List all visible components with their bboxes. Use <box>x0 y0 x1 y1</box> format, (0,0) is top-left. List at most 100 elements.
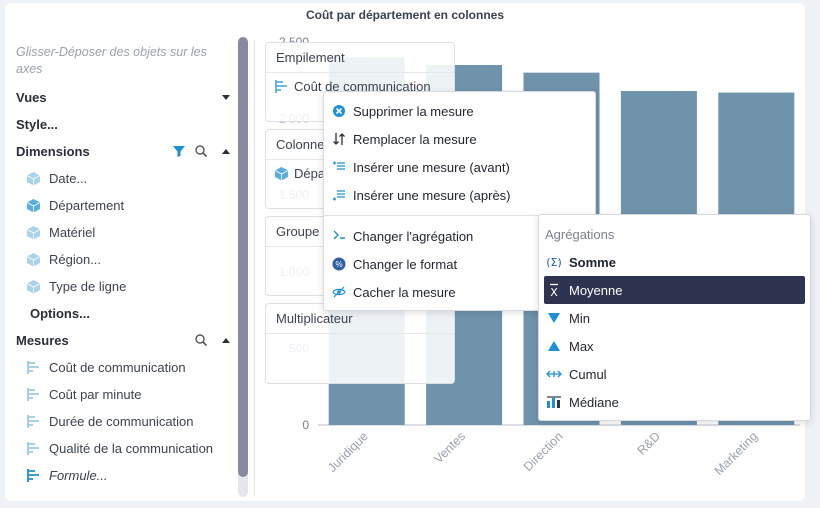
measure-item[interactable]: Coût par minute <box>26 384 234 404</box>
style-label: Style... <box>16 116 58 132</box>
measure-icon <box>27 441 39 455</box>
insert-before-icon <box>333 161 345 170</box>
aggregation-mediane[interactable]: Médiane <box>544 388 805 416</box>
drag-hint: Glisser-Déposer des objets sur les axes <box>16 45 207 76</box>
aggregation-label: Cumul <box>569 366 607 382</box>
x-tick-label: Marketing <box>712 429 761 478</box>
mesures-label: Mesures <box>16 332 69 348</box>
chevron-down-icon[interactable] <box>222 94 230 100</box>
aggregations-submenu: Agrégations (Σ) Somme X Moyenne Min Max … <box>538 214 811 421</box>
aggregation-moyenne[interactable]: X Moyenne <box>544 276 805 304</box>
svg-text:%: % <box>335 260 342 269</box>
eye-off-icon <box>332 286 346 298</box>
measure-item[interactable]: Coût de communication <box>26 357 234 377</box>
x-tick-label: R&D <box>634 429 663 458</box>
cube-icon <box>26 252 41 266</box>
x-tick-label: Ventes <box>431 429 468 466</box>
aggregation-min[interactable]: Min <box>544 304 805 332</box>
dimension-item[interactable]: Département <box>26 195 234 215</box>
dimension-item[interactable]: Région... <box>26 249 234 269</box>
scrollbar-thumb[interactable] <box>238 37 248 477</box>
menu-item-label: Changer l'agrégation <box>353 228 474 244</box>
measure-label: Coût par minute <box>49 386 142 402</box>
measure-label: Durée de communication <box>49 413 194 429</box>
aggregation-icon <box>333 230 345 240</box>
cube-icon <box>26 171 41 185</box>
measure-icon <box>275 80 287 93</box>
swap-icon <box>333 133 345 145</box>
remove-icon <box>333 105 345 117</box>
vues-label: Vues <box>16 89 47 105</box>
search-icon[interactable] <box>194 144 208 158</box>
dimension-label: Date... <box>49 170 88 186</box>
section-dimensions[interactable]: Dimensions <box>16 141 234 161</box>
menu-item-label: Insérer une mesure (après) <box>353 187 511 203</box>
section-vues[interactable]: Vues <box>16 87 234 107</box>
measure-item[interactable]: Durée de communication <box>26 411 234 431</box>
aggregation-label: Moyenne <box>569 282 623 298</box>
menu-item-supprimer[interactable]: Supprimer la mesure <box>324 97 595 125</box>
measure-label: Formule... <box>49 467 108 483</box>
median-icon <box>547 396 561 408</box>
chevron-up-icon[interactable] <box>222 148 230 154</box>
menu-item-inserer-avant[interactable]: Insérer une mesure (avant) <box>324 153 595 181</box>
measure-item[interactable]: Qualité de la communication <box>26 438 234 458</box>
aggregations-header: Agrégations <box>545 227 615 242</box>
menu-item-remplacer[interactable]: Remplacer la mesure <box>324 125 595 153</box>
aggregation-label: Médiane <box>569 394 619 410</box>
x-tick-label: Direction <box>521 429 566 474</box>
dimension-item[interactable]: Type de ligne <box>26 276 234 296</box>
aggregation-max[interactable]: Max <box>544 332 805 360</box>
format-icon: % <box>332 257 346 271</box>
dimension-label: Région... <box>49 251 102 267</box>
cube-icon <box>26 279 41 293</box>
aggregation-label: Min <box>569 310 590 326</box>
chevron-up-icon[interactable] <box>222 337 230 343</box>
y-tick-label: 0 <box>302 418 309 432</box>
menu-item-label: Supprimer la mesure <box>353 103 474 119</box>
aggregation-cumul[interactable]: Cumul <box>544 360 805 388</box>
options-label: Options... <box>30 305 90 321</box>
menu-item-label: Insérer une mesure (avant) <box>353 159 510 175</box>
filter-icon[interactable] <box>172 144 186 158</box>
menu-item-label: Remplacer la mesure <box>353 131 477 147</box>
sidebar: Glisser-Déposer des objets sur les axes … <box>0 30 250 500</box>
aggregation-label: Max <box>569 338 594 354</box>
insert-after-icon <box>333 190 345 201</box>
measure-label: Qualité de la communication <box>49 440 214 456</box>
panel-multiplicateur[interactable]: Multiplicateur <box>265 303 455 384</box>
menu-item-inserer-apres[interactable]: Insérer une mesure (après) <box>324 181 595 209</box>
svg-text:X: X <box>550 286 558 297</box>
cumul-icon <box>546 370 562 378</box>
svg-text:(Σ): (Σ) <box>546 256 562 269</box>
section-style[interactable]: Style... <box>16 114 234 134</box>
sidebar-scrollbar[interactable] <box>238 37 248 497</box>
dimension-item[interactable]: Matériel <box>26 222 234 242</box>
xbar-icon: X <box>550 283 558 297</box>
sigma-icon: (Σ) <box>546 256 562 269</box>
panel-title: Empilement <box>266 43 454 73</box>
measure-item[interactable]: Formule... <box>26 465 234 485</box>
dimensions-label: Dimensions <box>16 143 90 159</box>
triangle-down-icon <box>548 313 560 323</box>
options-link[interactable]: Options... <box>30 303 234 323</box>
triangle-up-icon <box>548 341 560 351</box>
dimension-label: Matériel <box>49 224 96 240</box>
section-mesures[interactable]: Mesures <box>16 330 234 350</box>
measure-icon <box>27 414 39 428</box>
cube-icon <box>26 225 41 239</box>
dimension-label: Type de ligne <box>49 278 127 294</box>
aggregation-somme[interactable]: (Σ) Somme <box>544 248 805 276</box>
x-tick-label: Juridique <box>325 429 371 475</box>
measure-icon <box>27 387 39 401</box>
measure-icon <box>27 360 39 374</box>
measure-label: Coût de communication <box>49 359 186 375</box>
menu-item-label: Changer le format <box>353 256 458 272</box>
search-icon[interactable] <box>194 333 208 347</box>
dimension-label: Département <box>49 197 125 213</box>
aggregation-label: Somme <box>569 254 616 270</box>
dimension-item[interactable]: Date... <box>26 168 234 188</box>
cube-icon <box>274 167 289 181</box>
cube-icon <box>26 198 41 212</box>
formula-icon <box>27 468 39 482</box>
